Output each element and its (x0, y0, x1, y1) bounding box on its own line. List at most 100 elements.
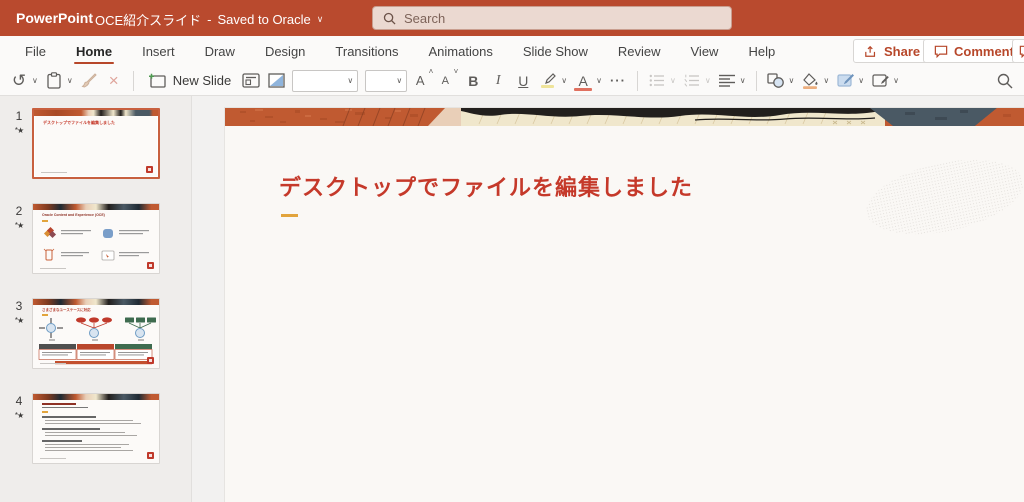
transition-star-icon: *★ (14, 126, 24, 135)
title-bar: PowerPoint OCE紹介スライド - Saved to Oracle ∨ (0, 0, 1024, 36)
title-separator: - (207, 12, 212, 27)
shape-fill-button[interactable] (801, 69, 819, 93)
slide-thumbnail-panel: 1 *★ デスクトップでファイルを編集しました 2 *★ Oracle Cont… (0, 96, 192, 502)
layout-button[interactable] (242, 69, 260, 93)
tab-design[interactable]: Design (250, 36, 320, 66)
tab-slide-show[interactable]: Slide Show (508, 36, 603, 66)
align-text-icon (718, 74, 735, 87)
search-icon (383, 12, 396, 25)
slide-number: 2 (15, 204, 23, 218)
mini-footer-line (40, 362, 66, 364)
tab-help[interactable]: Help (733, 36, 790, 66)
share-button[interactable]: Share (853, 39, 932, 63)
share-icon (865, 45, 876, 57)
slide-thumbnail-4[interactable] (32, 393, 160, 464)
font-overflow-button[interactable]: ··· (609, 69, 627, 93)
font-color-chevron[interactable]: ∨ (596, 76, 602, 85)
numbering-button[interactable] (683, 69, 701, 93)
bullets-chevron[interactable]: ∨ (670, 76, 676, 85)
slide-thumbnail-2[interactable]: Oracle Content and Experience (OCE) (32, 203, 160, 274)
tab-insert[interactable]: Insert (127, 36, 190, 66)
saved-status: Saved to Oracle (217, 12, 311, 27)
slide-number: 3 (15, 299, 23, 313)
shape-fill-chevron[interactable]: ∨ (823, 76, 829, 85)
font-size-select[interactable]: ∨ (365, 69, 408, 92)
find-button[interactable] (996, 69, 1014, 93)
shapes-button[interactable] (766, 69, 785, 93)
undo-chevron[interactable]: ∨ (32, 76, 38, 85)
tab-transitions[interactable]: Transitions (320, 36, 413, 66)
transition-star-icon: *★ (14, 316, 24, 325)
slide-number: 4 (15, 394, 23, 408)
new-slide-button[interactable]: New Slide (144, 73, 236, 88)
slide-row-2: 2 *★ Oracle Content and Experience (OCE) (0, 203, 191, 274)
highlight-chevron[interactable]: ∨ (561, 76, 567, 85)
undo-button[interactable]: ↺ (10, 69, 28, 93)
document-title-dropdown[interactable]: OCE紹介スライド - Saved to Oracle ∨ (95, 10, 323, 29)
text-box-chevron[interactable]: ∨ (893, 76, 899, 85)
transition-star-icon: *★ (14, 411, 24, 420)
align-button[interactable] (718, 69, 736, 93)
slide-thumbnail-3[interactable]: さまざまなユースケースに対応 (32, 298, 160, 369)
grow-font-button[interactable]: A ˄ (414, 67, 433, 93)
oracle-logo-mark (147, 357, 154, 364)
tab-draw[interactable]: Draw (190, 36, 250, 66)
paste-chevron[interactable]: ∨ (67, 76, 73, 85)
mini-title-line (42, 403, 76, 405)
editing-canvas[interactable]: デスクトップでファイルを編集しました (193, 96, 1024, 502)
slide-title-text[interactable]: デスクトップでファイルを編集しました (279, 170, 693, 202)
font-name-select[interactable]: ∨ (292, 69, 359, 92)
delete-button[interactable]: × (105, 69, 123, 93)
tab-animations[interactable]: Animations (414, 36, 508, 66)
shrink-font-button[interactable]: A ˅ (439, 67, 459, 93)
text-box-button[interactable] (871, 69, 889, 93)
tab-view[interactable]: View (676, 36, 734, 66)
slide-thumbnail-1[interactable]: デスクトップでファイルを編集しました (32, 108, 160, 179)
tab-file[interactable]: File (10, 36, 61, 66)
ribbon-toolbar: ↺ ∨ ∨ × New Slide ∨ ∨ A ˄ A ˅ B I U ∨ A ∨ … (0, 66, 1024, 96)
mini-deco-band (33, 299, 159, 305)
oracle-logo-mark (147, 452, 154, 459)
mini-footer-line (41, 171, 67, 173)
mini-slide-title: デスクトップでファイルを編集しました (43, 120, 115, 125)
font-color-button[interactable]: A (574, 69, 593, 93)
numbering-chevron[interactable]: ∨ (705, 76, 711, 85)
italic-button[interactable]: I (489, 69, 507, 93)
designer-button[interactable] (267, 69, 285, 93)
bold-button[interactable]: B (464, 69, 482, 93)
bullets-button[interactable] (648, 69, 666, 93)
slide-row-4: 4 *★ (0, 393, 191, 464)
align-chevron[interactable]: ∨ (740, 76, 746, 85)
paintbrush-icon (81, 73, 97, 88)
document-title: OCE紹介スライド (95, 13, 202, 28)
current-slide[interactable]: デスクトップでファイルを編集しました (225, 108, 1024, 502)
highlight-color-button[interactable] (539, 69, 557, 93)
mini-footer-line (40, 457, 66, 459)
toolbar-divider (132, 70, 134, 91)
comment-icon (934, 45, 948, 58)
comment-check-icon (1019, 45, 1024, 58)
slide-row-3: 3 *★ さまざまなユースケースに対応 (0, 298, 191, 369)
format-painter-button[interactable] (80, 69, 98, 93)
search-box[interactable] (372, 6, 732, 30)
mini-footer-line (40, 267, 66, 269)
oracle-logo-mark (146, 166, 153, 173)
shape-outline-chevron[interactable]: ∨ (858, 76, 864, 85)
gold-accent-dash (281, 214, 298, 217)
mini-slide-title: Oracle Content and Experience (OCE) (42, 213, 105, 217)
tab-home[interactable]: Home (61, 36, 127, 66)
background-texture-blob (859, 147, 1024, 247)
mini-slide-title: さまざまなユースケースに対応 (42, 308, 91, 312)
catch-up-button[interactable] (1012, 39, 1024, 63)
mini-feature-grid (43, 226, 149, 261)
shape-outline-button[interactable] (836, 69, 854, 93)
comments-button[interactable]: Comments (923, 39, 1024, 63)
mini-diagram (38, 317, 156, 365)
paste-button[interactable] (45, 69, 63, 93)
shapes-icon (766, 73, 784, 88)
tab-review[interactable]: Review (603, 36, 676, 66)
search-input[interactable] (404, 10, 684, 26)
shapes-chevron[interactable]: ∨ (789, 76, 795, 85)
mini-subtitle-line (42, 406, 88, 408)
underline-button[interactable]: U (514, 69, 532, 93)
